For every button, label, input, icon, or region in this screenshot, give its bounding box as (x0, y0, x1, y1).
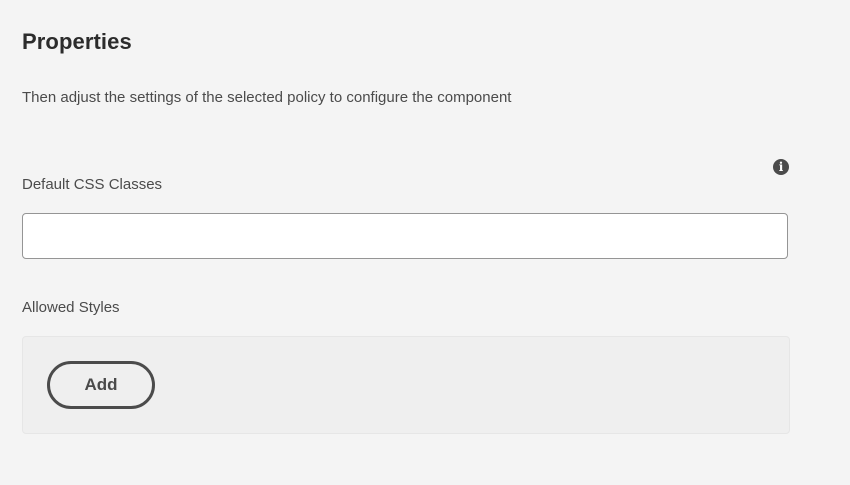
allowed-styles-container: Add (22, 336, 790, 434)
info-icon[interactable]: i (773, 159, 789, 175)
add-style-button[interactable]: Add (47, 361, 155, 409)
page-title: Properties (22, 29, 132, 54)
page-description: Then adjust the settings of the selected… (22, 89, 512, 106)
properties-panel: Properties Then adjust the settings of t… (0, 0, 850, 485)
allowed-styles-label: Allowed Styles (22, 299, 120, 316)
default-css-classes-input[interactable] (22, 213, 788, 259)
default-css-classes-label: Default CSS Classes (22, 176, 163, 193)
